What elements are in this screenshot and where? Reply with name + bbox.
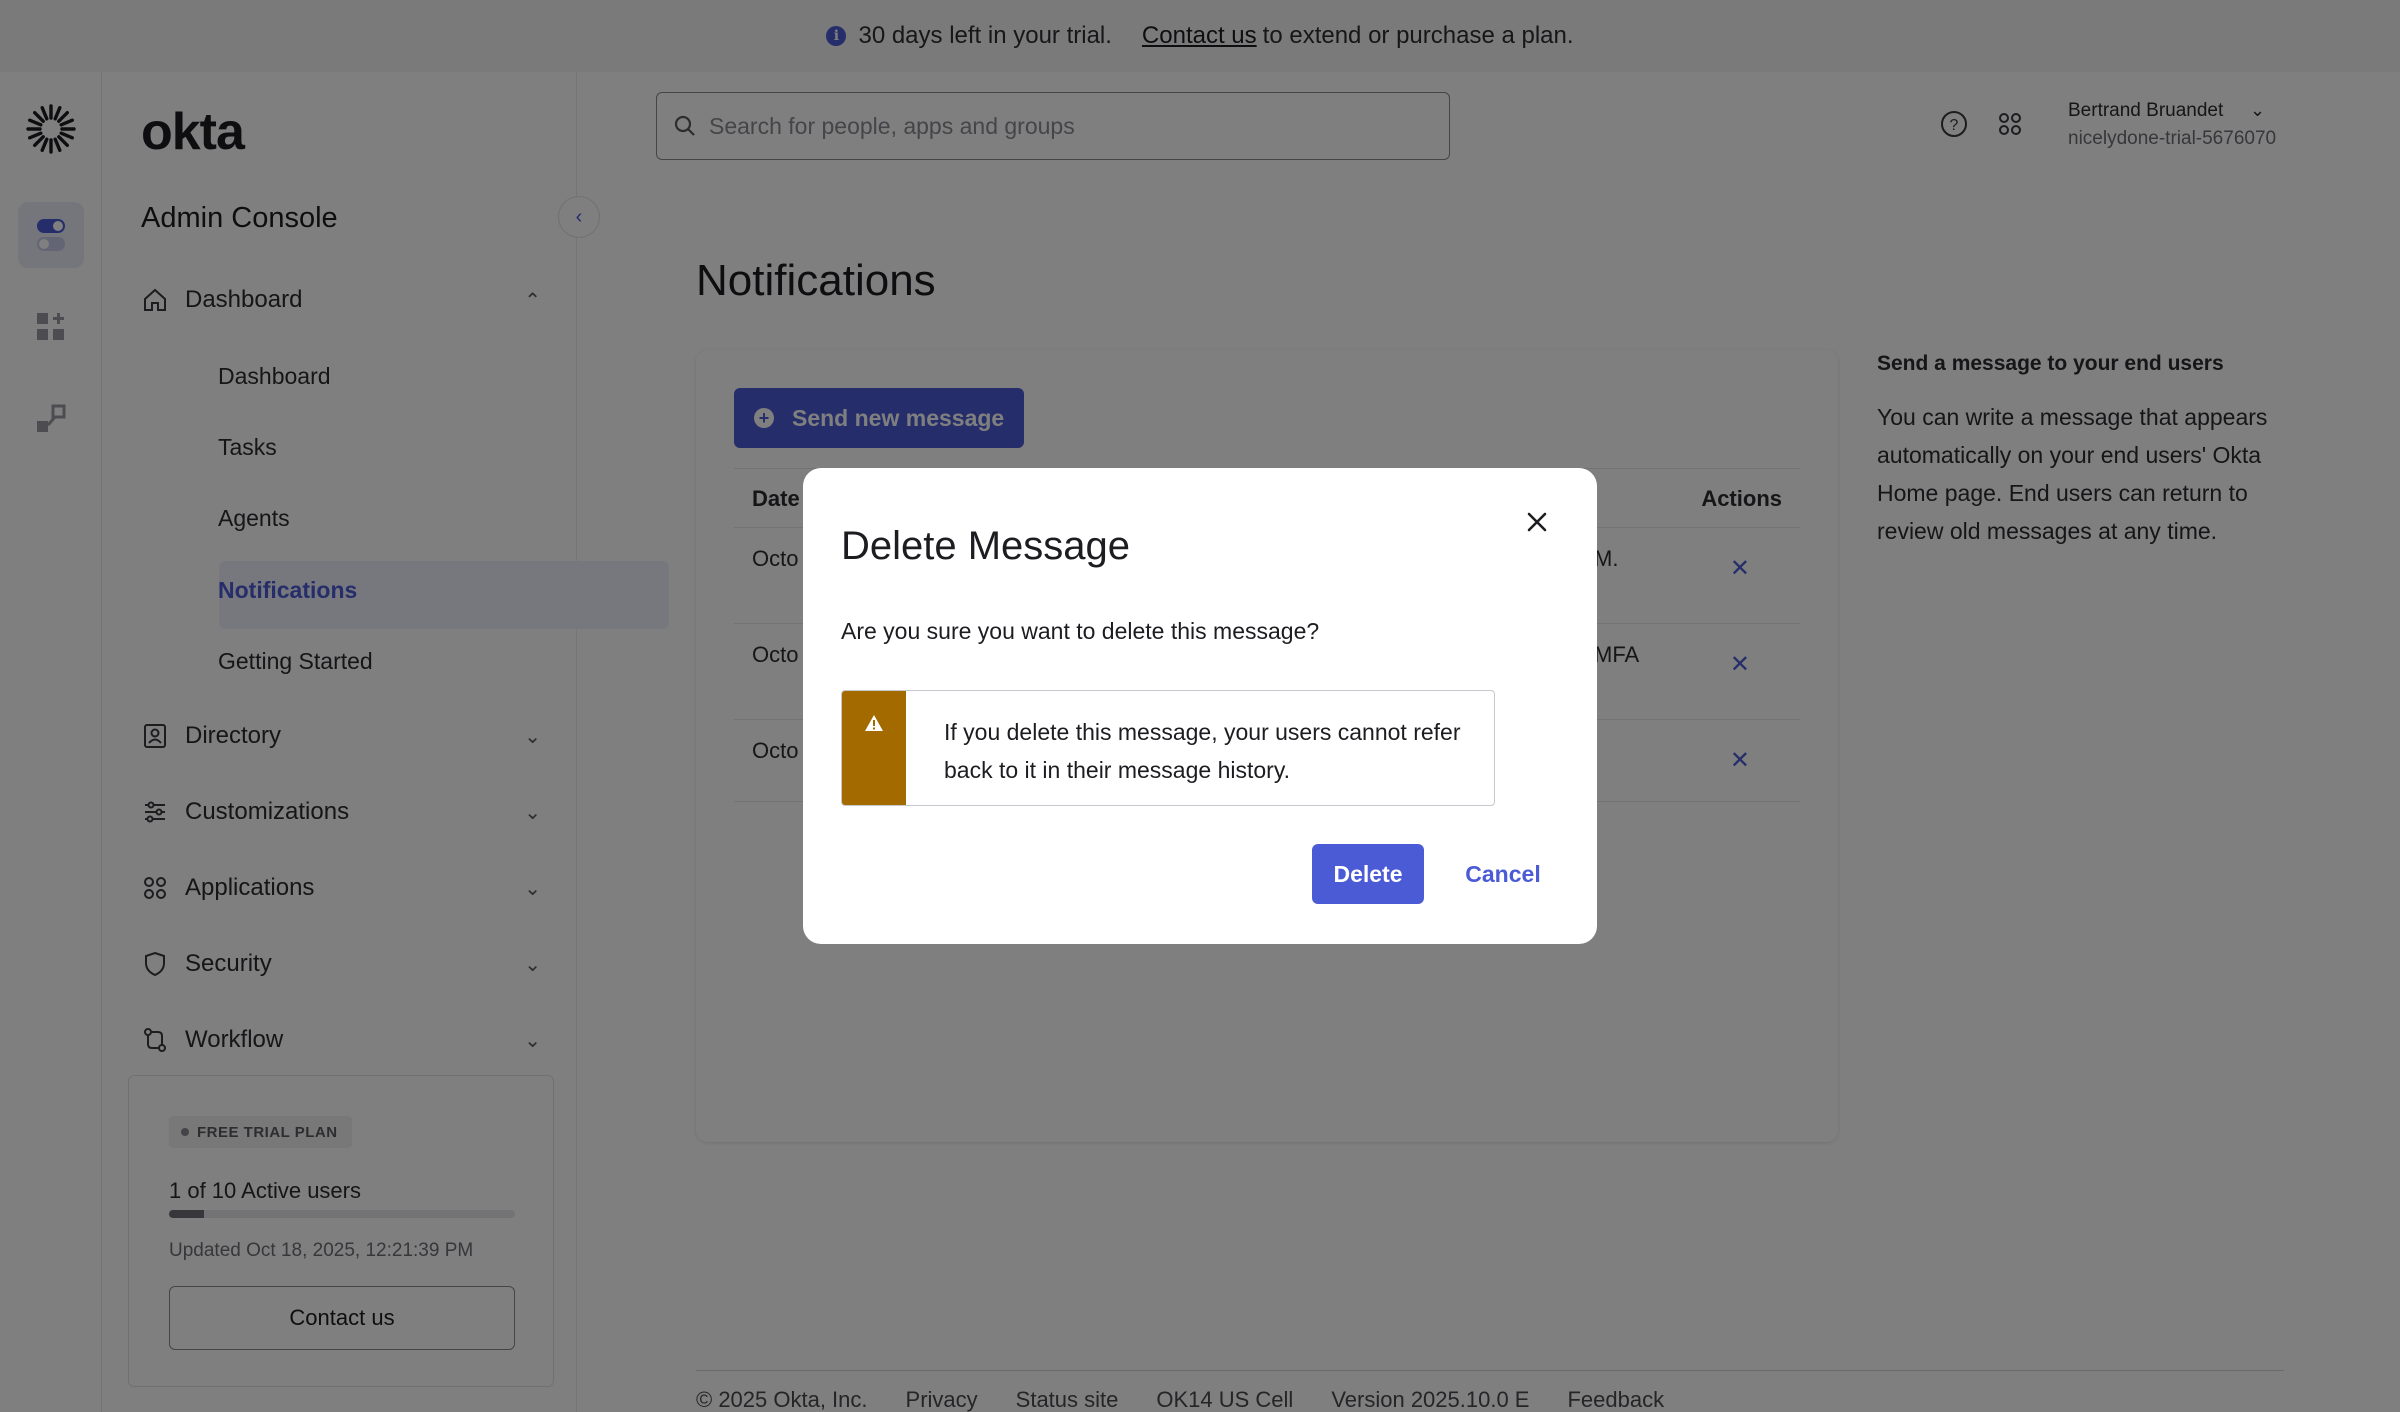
delete-button[interactable]: Delete — [1312, 844, 1424, 904]
delete-message-dialog: Delete Message Are you sure you want to … — [803, 468, 1597, 944]
cancel-button[interactable]: Cancel — [1443, 844, 1563, 904]
warning-text: If you delete this message, your users c… — [944, 719, 1461, 783]
dialog-question: Are you sure you want to delete this mes… — [841, 618, 1320, 644]
close-icon[interactable] — [1519, 504, 1555, 540]
warning-callout: If you delete this message, your users c… — [841, 690, 1495, 806]
dialog-title: Delete Message — [841, 524, 1131, 568]
warning-stripe — [842, 691, 906, 805]
warning-icon — [865, 715, 883, 731]
